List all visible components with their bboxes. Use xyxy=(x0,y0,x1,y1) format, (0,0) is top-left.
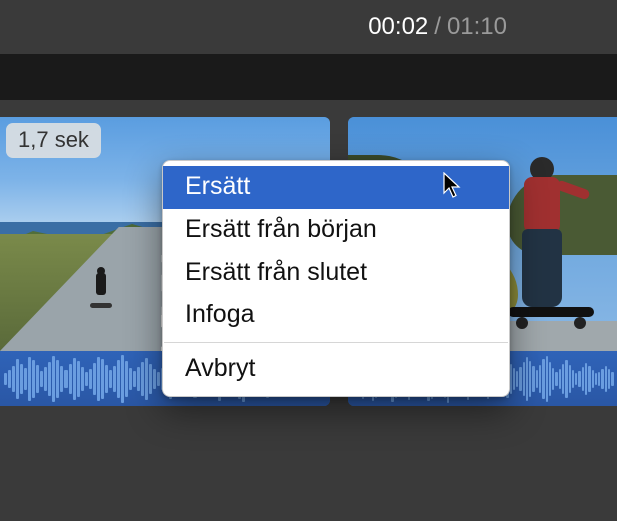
menu-item-replace-from-start[interactable]: Ersätt från början xyxy=(163,209,509,252)
menu-item-replace-from-end[interactable]: Ersätt från slutet xyxy=(163,252,509,295)
menu-separator xyxy=(164,342,508,343)
toolbar-strip xyxy=(0,54,617,100)
context-menu: Ersätt Ersätt från början Ersätt från sl… xyxy=(162,160,510,397)
menu-item-replace[interactable]: Ersätt xyxy=(163,166,509,209)
menu-item-cancel[interactable]: Avbryt xyxy=(163,348,509,391)
timecode-bar: 00:02 / 01:10 xyxy=(0,0,617,54)
time-current: 00:02 xyxy=(368,13,428,41)
menu-item-insert[interactable]: Infoga xyxy=(163,294,509,337)
timeline-track[interactable]: 1,7 sek Ersätt Ersätt från början Ersätt… xyxy=(0,100,617,480)
time-total: 01:10 xyxy=(447,13,507,41)
time-separator: / xyxy=(434,13,441,41)
clip-duration-badge: 1,7 sek xyxy=(6,123,101,158)
